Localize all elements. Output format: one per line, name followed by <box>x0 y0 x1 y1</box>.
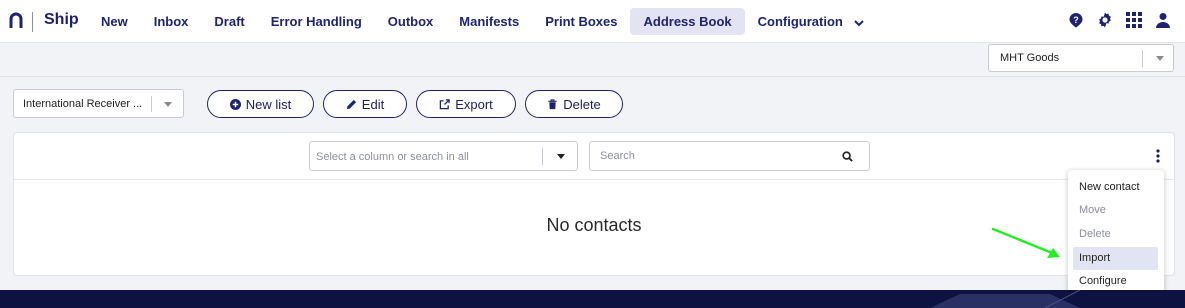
nav-item-manifests[interactable]: Manifests <box>446 8 532 35</box>
export-icon <box>439 98 450 109</box>
caret-down-icon[interactable] <box>164 102 172 107</box>
account-select-value: MHT Goods <box>1000 52 1060 64</box>
select-separator <box>1142 50 1143 67</box>
nav-item-print-boxes[interactable]: Print Boxes <box>532 8 630 35</box>
brand-divider <box>32 12 33 32</box>
plus-circle-icon <box>229 98 241 110</box>
search-box <box>589 141 870 171</box>
column-select-placeholder: Select a column or search in all <box>316 151 469 163</box>
annotation-arrow-icon <box>991 227 1060 258</box>
app-brand[interactable]: Ship <box>44 11 79 29</box>
nav-item-configuration[interactable]: Configuration <box>745 8 878 35</box>
nav-item-draft[interactable]: Draft <box>201 8 257 35</box>
caret-down-icon[interactable] <box>1156 56 1164 61</box>
header-divider <box>0 76 1185 77</box>
delete-label: Delete <box>563 96 601 112</box>
address-list-select-value: International Receiver ... <box>23 98 143 110</box>
search-input[interactable] <box>600 148 820 164</box>
pencil-icon <box>346 99 356 109</box>
gear-icon[interactable] <box>1097 12 1113 28</box>
top-navigation-bar: Ship New Inbox Draft Error Handling Outb… <box>0 0 1185 43</box>
menu-item-move[interactable]: Move <box>1073 199 1158 222</box>
header-icons: ? <box>1068 12 1171 28</box>
account-select[interactable]: MHT Goods <box>988 44 1174 72</box>
menu-item-new-contact[interactable]: New contact <box>1073 176 1158 199</box>
column-select[interactable]: Select a column or search in all <box>309 141 578 171</box>
more-options-icon[interactable] <box>1154 148 1162 164</box>
trash-icon <box>548 98 557 109</box>
panel-divider <box>14 179 1174 180</box>
svg-text:?: ? <box>1073 15 1079 25</box>
footer-banner <box>0 290 1185 308</box>
apps-grid-icon[interactable] <box>1126 12 1142 28</box>
new-list-label: New list <box>245 96 292 112</box>
caret-down-icon[interactable] <box>557 154 565 159</box>
nav-item-outbox[interactable]: Outbox <box>375 8 447 35</box>
user-icon[interactable] <box>1155 12 1171 28</box>
new-list-button[interactable]: New list <box>207 90 314 118</box>
nav-item-address-book[interactable]: Address Book <box>630 8 745 35</box>
chevron-down-icon <box>854 19 865 26</box>
address-list-select[interactable]: International Receiver ... <box>13 89 184 118</box>
nav-item-inbox[interactable]: Inbox <box>141 8 202 35</box>
select-separator <box>542 148 543 165</box>
help-icon[interactable]: ? <box>1068 12 1084 28</box>
nav-item-configuration-label: Configuration <box>757 14 843 29</box>
menu-item-import[interactable]: Import <box>1073 247 1158 270</box>
export-button[interactable]: Export <box>416 90 516 118</box>
select-separator <box>151 96 152 112</box>
nav-item-new[interactable]: New <box>88 8 141 35</box>
export-label: Export <box>455 96 493 112</box>
footer-decoration <box>930 290 1081 308</box>
search-icon[interactable] <box>842 151 853 162</box>
nav-item-error-handling[interactable]: Error Handling <box>258 8 375 35</box>
edit-label: Edit <box>361 96 385 112</box>
options-menu: New contact Move Delete Import Configure <box>1068 170 1164 299</box>
edit-button[interactable]: Edit <box>323 90 407 118</box>
menu-item-delete[interactable]: Delete <box>1073 223 1158 246</box>
delete-button[interactable]: Delete <box>525 90 623 118</box>
logo-icon[interactable] <box>9 10 23 30</box>
main-nav: New Inbox Draft Error Handling Outbox Ma… <box>88 8 877 35</box>
